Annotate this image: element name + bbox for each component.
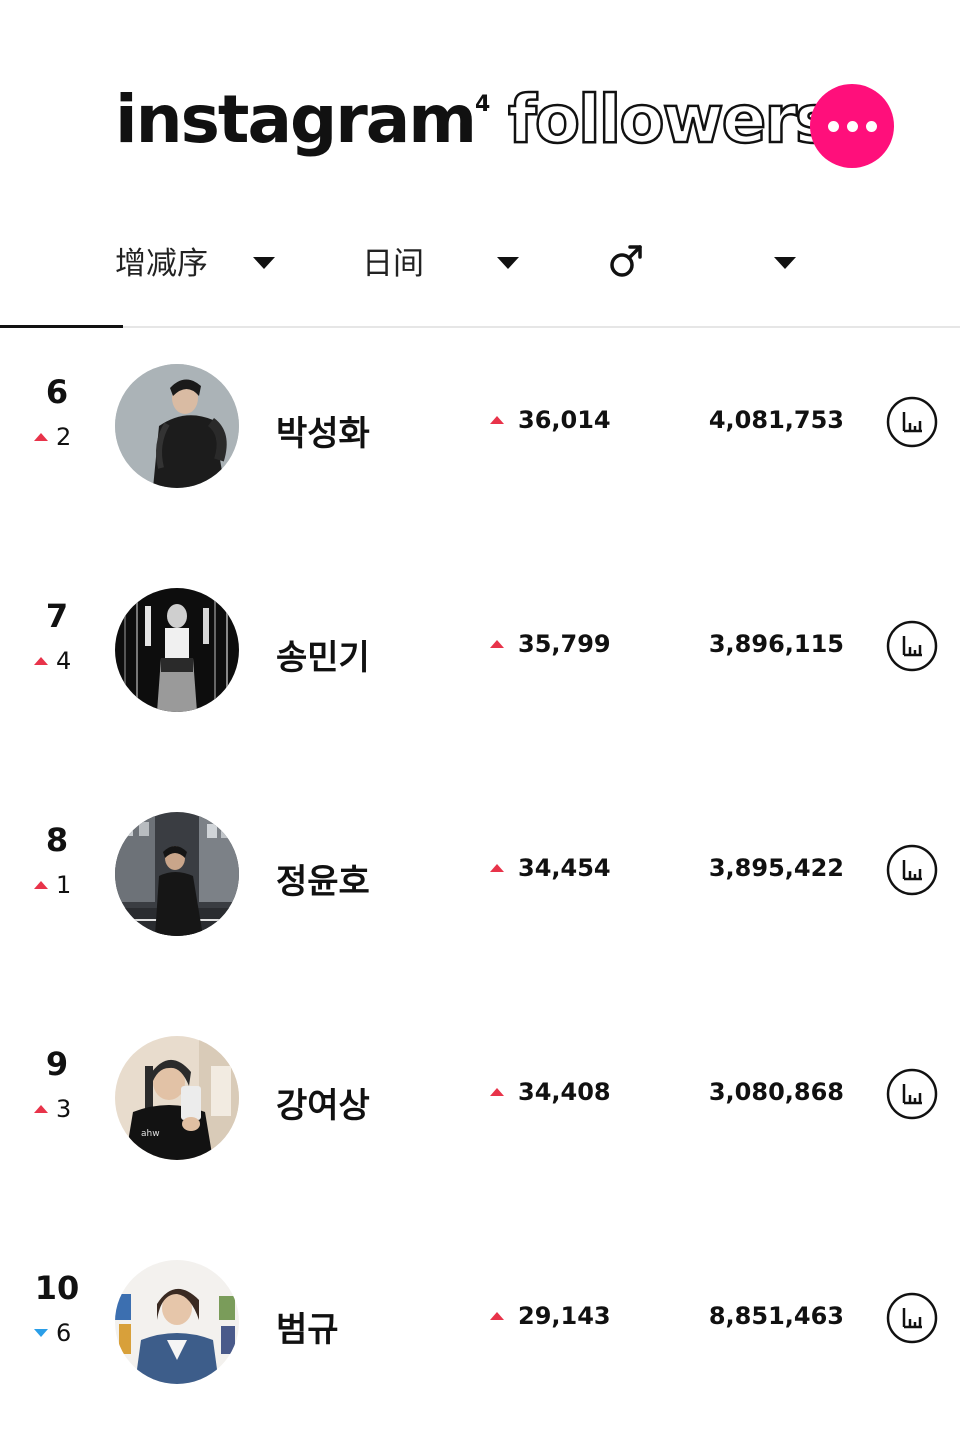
chevron-down-icon — [774, 257, 796, 269]
avatar-photo — [115, 364, 239, 488]
avatar[interactable] — [115, 812, 239, 936]
list-item[interactable]: 10 6 범규 29,143 8,851,463 — [0, 1226, 960, 1450]
arrow-up-icon — [34, 657, 48, 665]
bar-chart-icon[interactable] — [886, 1292, 938, 1344]
rank-change: 3 — [34, 1094, 94, 1124]
sort-dropdown[interactable]: 增减序 — [115, 225, 285, 295]
list-item[interactable]: 8 1 정윤호 34,454 3,895,422 — [0, 778, 960, 1002]
male-symbol-icon — [610, 245, 642, 277]
artist-name: 강여상 — [276, 1086, 370, 1126]
follower-delta-value: 35,799 — [518, 630, 611, 658]
logo-instagram-word: instagram — [115, 81, 477, 158]
follower-delta: 34,408 — [490, 1078, 611, 1106]
follower-total: 3,895,422 — [708, 854, 844, 882]
avatar-photo — [115, 588, 239, 712]
avatar[interactable] — [115, 1260, 239, 1384]
arrow-up-icon — [490, 640, 504, 648]
follower-total: 4,081,753 — [708, 406, 844, 434]
bar-chart-icon[interactable] — [886, 844, 938, 896]
follower-delta-value: 29,143 — [518, 1302, 611, 1330]
artist-name: 박성화 — [276, 414, 370, 454]
tab-active-indicator — [0, 325, 123, 328]
rank-change: 1 — [34, 870, 94, 900]
avatar-photo — [115, 812, 239, 936]
rank-number: 9 — [45, 1045, 69, 1083]
arrow-up-icon — [34, 1105, 48, 1113]
rank-change: 6 — [34, 1318, 94, 1348]
arrow-up-icon — [490, 864, 504, 872]
rank-change-value: 1 — [56, 871, 72, 899]
follower-delta: 35,799 — [490, 630, 611, 658]
sort-dropdown-label: 增减序 — [115, 245, 208, 282]
rank-number: 10 — [34, 1269, 80, 1307]
follower-delta: 29,143 — [490, 1302, 611, 1330]
rank-number: 8 — [45, 821, 69, 859]
avatar[interactable] — [115, 588, 239, 712]
bar-chart-icon[interactable] — [886, 396, 938, 448]
bar-chart-icon[interactable] — [886, 620, 938, 672]
bar-chart-icon[interactable] — [886, 1068, 938, 1120]
arrow-up-icon — [34, 881, 48, 889]
rank-change-value: 2 — [56, 423, 72, 451]
rank-number: 6 — [45, 373, 69, 411]
filter-bar: 增减序 日间 — [0, 225, 960, 295]
artist-name: 정윤호 — [276, 862, 370, 902]
list-item[interactable]: 7 4 송민기 35,799 3,896,115 — [0, 554, 960, 778]
follower-delta: 34,454 — [490, 854, 611, 882]
follower-total: 3,896,115 — [708, 630, 844, 658]
logo-superscript: 4 — [475, 92, 491, 117]
gender-dropdown[interactable] — [600, 225, 810, 295]
list-item[interactable]: 9 3 ahw 강여상 34,408 3,080,868 — [0, 1002, 960, 1226]
follower-delta-value: 34,408 — [518, 1078, 611, 1106]
rank-change-value: 6 — [56, 1319, 72, 1347]
follower-total: 3,080,868 — [708, 1078, 844, 1106]
avatar-photo: ahw — [115, 1036, 239, 1160]
period-dropdown-label: 日间 — [362, 245, 424, 282]
artist-name: 송민기 — [276, 638, 370, 678]
rank-change: 2 — [34, 422, 94, 452]
follower-total: 8,851,463 — [708, 1302, 844, 1330]
avatar[interactable]: ahw — [115, 1036, 239, 1160]
list-item[interactable]: 6 2 박성화 36,014 4,081,753 — [0, 330, 960, 554]
follower-delta-value: 34,454 — [518, 854, 611, 882]
rank-change: 4 — [34, 646, 94, 676]
more-dot-icon — [865, 120, 877, 132]
avatar[interactable] — [115, 364, 239, 488]
rank-change-value: 4 — [56, 647, 72, 675]
tab-divider — [0, 326, 960, 328]
logo-followers-word: followers — [507, 80, 836, 160]
more-options-button[interactable] — [810, 84, 894, 168]
arrow-up-icon — [490, 1088, 504, 1096]
period-dropdown[interactable]: 日间 — [362, 225, 532, 295]
rank-change-value: 3 — [56, 1095, 72, 1123]
arrow-up-icon — [490, 1312, 504, 1320]
follower-delta-value: 36,014 — [518, 406, 611, 434]
arrow-up-icon — [490, 416, 504, 424]
follower-delta: 36,014 — [490, 406, 611, 434]
artist-name: 범규 — [276, 1310, 339, 1350]
more-dot-icon — [827, 120, 839, 132]
app-header: instagram 4 followers — [0, 0, 960, 200]
chevron-down-icon — [253, 257, 275, 269]
chevron-down-icon — [497, 257, 519, 269]
avatar-photo — [115, 1260, 239, 1384]
more-dot-icon — [846, 120, 858, 132]
arrow-up-icon — [34, 433, 48, 441]
svg-text:ahw: ahw — [141, 1129, 160, 1139]
arrow-down-icon — [34, 1329, 48, 1337]
rank-number: 7 — [45, 597, 69, 635]
